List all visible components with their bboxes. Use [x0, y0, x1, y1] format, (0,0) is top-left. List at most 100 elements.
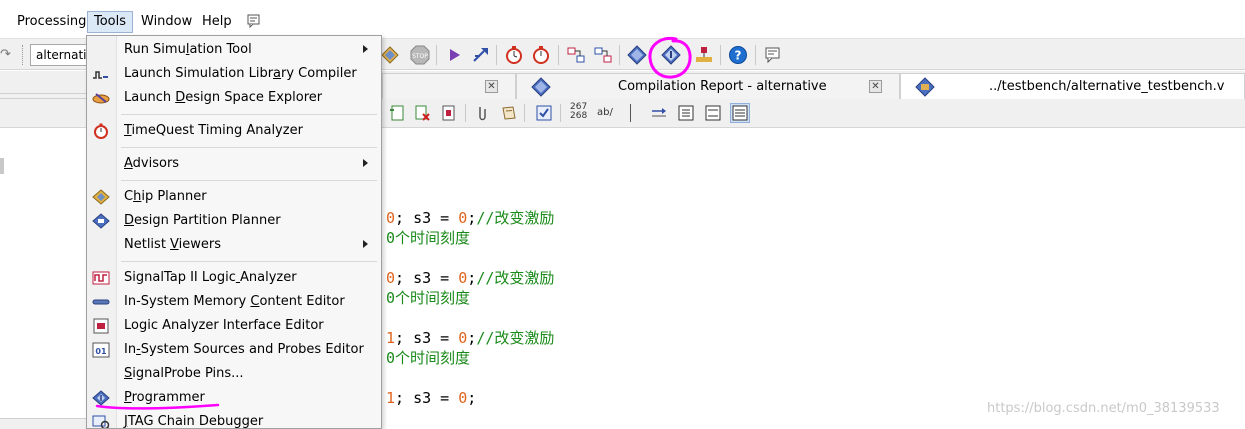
- menu-item-logic-analyzer-interface-editor[interactable]: Logic Analyzer Interface Editor: [87, 314, 381, 338]
- code-comment: 0个时间刻度: [386, 349, 471, 367]
- menu-item-run-simulation-tool[interactable]: Run Simulation Tool: [87, 38, 381, 62]
- tab-testbench-file[interactable]: ../testbench/alternative_testbench.v: [900, 73, 1245, 99]
- compilation-report-icon: [531, 77, 551, 97]
- menu-bar: Processing Tools Window Help: [0, 8, 1245, 35]
- menu-item-design-partition-planner[interactable]: Design Partition Planner: [87, 209, 381, 233]
- menu-item-signalprobe-pins[interactable]: SignalProbe Pins...: [87, 362, 381, 386]
- menu-item-in-system-memory-content-editor[interactable]: In-System Memory Content Editor: [87, 290, 381, 314]
- assembler-icon[interactable]: [627, 45, 647, 65]
- comment-block-icon[interactable]: [677, 104, 695, 122]
- menu-item-in-system-sources-and-probes-editor[interactable]: 01 In-System Sources and Probes Editor: [87, 338, 381, 362]
- compile-design-icon[interactable]: [380, 45, 400, 65]
- code-line: 0个时间刻度: [386, 288, 470, 308]
- menu-item-launch-design-space-explorer[interactable]: Launch Design Space Explorer: [87, 86, 381, 110]
- stopwatch-icon: [92, 123, 110, 139]
- code-text: ; s3 =: [395, 269, 459, 287]
- verify-icon[interactable]: [535, 104, 553, 122]
- chip-planner-icon[interactable]: [694, 45, 714, 65]
- uncomment-block-icon[interactable]: [704, 104, 722, 122]
- menu-item-label: Netlist Viewers: [124, 237, 222, 252]
- redo-icon[interactable]: ↷: [0, 47, 12, 63]
- menu-item-label: Advisors: [124, 156, 180, 171]
- toolbar-separator: [524, 104, 525, 122]
- start-analysis-icon[interactable]: [444, 45, 464, 65]
- svg-text:01: 01: [95, 347, 107, 356]
- menu-item-timequest-timing-analyzer[interactable]: TimeQuest Timing Analyzer: [87, 119, 381, 143]
- tab-close-icon[interactable]: ✕: [869, 80, 882, 93]
- logic-analyzer-interface-icon: [92, 318, 110, 334]
- menu-item-label: Run Simulation Tool: [124, 42, 252, 57]
- pane-bottom-strip: [0, 418, 90, 429]
- tab-close-icon[interactable]: ✕: [485, 80, 498, 93]
- menu-item-netlist-viewers[interactable]: Netlist Viewers: [87, 233, 381, 257]
- pane-scroll-marker: [0, 158, 4, 174]
- toolbar-separator: [619, 45, 620, 65]
- insert-template-icon[interactable]: [440, 104, 458, 122]
- window-title-strip: [0, 0, 1245, 6]
- menu-window[interactable]: Window: [135, 11, 198, 33]
- menu-tools[interactable]: Tools: [87, 11, 134, 33]
- tab-label: Compilation Report - alternative: [618, 79, 827, 94]
- goto-line-button[interactable]: 267 268: [570, 103, 587, 121]
- menu-item-jtag-chain-debugger[interactable]: JTAG Chain Debugger: [87, 410, 381, 429]
- help-icon[interactable]: ?: [728, 45, 748, 65]
- menu-item-label: In-System Memory Content Editor: [124, 294, 345, 309]
- menu-item-signaltap-ii-logic-analyzer[interactable]: SignalTap II Logic Analyzer: [87, 266, 381, 290]
- whats-this-icon[interactable]: [763, 45, 783, 65]
- stop-icon[interactable]: STOP: [410, 45, 430, 65]
- menu-help[interactable]: Help: [196, 11, 238, 33]
- programmer-icon[interactable]: [661, 45, 681, 65]
- memory-editor-icon: [92, 294, 110, 310]
- code-comment: 0个时间刻度: [386, 289, 471, 307]
- watermark: https://blog.csdn.net/m0_38139533: [987, 401, 1220, 416]
- code-line: 0; s3 = 0;//改变激励: [386, 208, 554, 228]
- design-partition-icon: [92, 213, 110, 229]
- code-number: 0: [458, 389, 468, 407]
- menu-item-launch-simulation-library-compiler[interactable]: Launch Simulation Library Compiler: [87, 62, 381, 86]
- start-compilation-icon[interactable]: [471, 45, 491, 65]
- entity-combo[interactable]: alternative: [30, 44, 92, 66]
- code-line: 0个时间刻度: [386, 348, 470, 368]
- code-line: 1; s3 = 0;: [386, 388, 476, 408]
- menu-processing[interactable]: Processing: [11, 11, 92, 33]
- indent-icon[interactable]: [650, 104, 668, 122]
- timequest-icon[interactable]: [504, 45, 524, 65]
- tab-hidden-document[interactable]: ✕: [382, 73, 516, 99]
- toolbar-separator: [465, 104, 466, 122]
- menu-item-advisors[interactable]: Advisors: [87, 152, 381, 176]
- tab-compilation-report[interactable]: Compilation Report - alternative ✕: [516, 73, 900, 99]
- toolbar-separator: [720, 45, 721, 65]
- jtag-debugger-icon: [92, 414, 110, 428]
- whats-this-icon[interactable]: [246, 13, 262, 29]
- attach-icon[interactable]: [473, 104, 491, 122]
- chip-planner-icon: [92, 189, 110, 205]
- menu-item-label: JTAG Chain Debugger: [124, 414, 264, 429]
- menu-item-label: Launch Simulation Library Compiler: [124, 66, 357, 81]
- menu-separator: [121, 114, 377, 115]
- code-editor[interactable]: 0; s3 = 0;//改变激励 0个时间刻度 0; s3 = 0;//改变激励 0个…: [382, 128, 1245, 429]
- insert-block-icon[interactable]: [500, 104, 518, 122]
- menu-item-chip-planner[interactable]: Chip Planner: [87, 185, 381, 209]
- code-comment: 0个时间刻度: [386, 229, 471, 247]
- toolbar-grip: [22, 45, 25, 65]
- netlist-viewer-icon[interactable]: [566, 45, 586, 65]
- menu-item-label: In-System Sources and Probes Editor: [124, 342, 364, 357]
- code-text: ; s3 =: [395, 389, 459, 407]
- code-text: ;: [467, 209, 477, 227]
- rtl-viewer-icon[interactable]: [593, 45, 613, 65]
- timing-icon[interactable]: [531, 45, 551, 65]
- code-number: 0: [458, 329, 468, 347]
- code-comment: //改变激励: [476, 209, 555, 227]
- menu-item-programmer[interactable]: Programmer: [87, 386, 381, 410]
- toolbar-separator: [558, 45, 559, 65]
- submenu-arrow-icon: [363, 45, 368, 53]
- toolbar-separator: [630, 104, 631, 122]
- code-number: 0: [386, 209, 396, 227]
- delete-bookmark-icon[interactable]: [413, 104, 431, 122]
- bookmark-icon[interactable]: [388, 104, 406, 122]
- toggle-view-icon[interactable]: [730, 103, 750, 123]
- submenu-arrow-icon: [363, 159, 368, 167]
- code-number: 0: [458, 209, 468, 227]
- toolbar-separator: [436, 45, 437, 65]
- find-replace-button[interactable]: ab/: [597, 108, 613, 118]
